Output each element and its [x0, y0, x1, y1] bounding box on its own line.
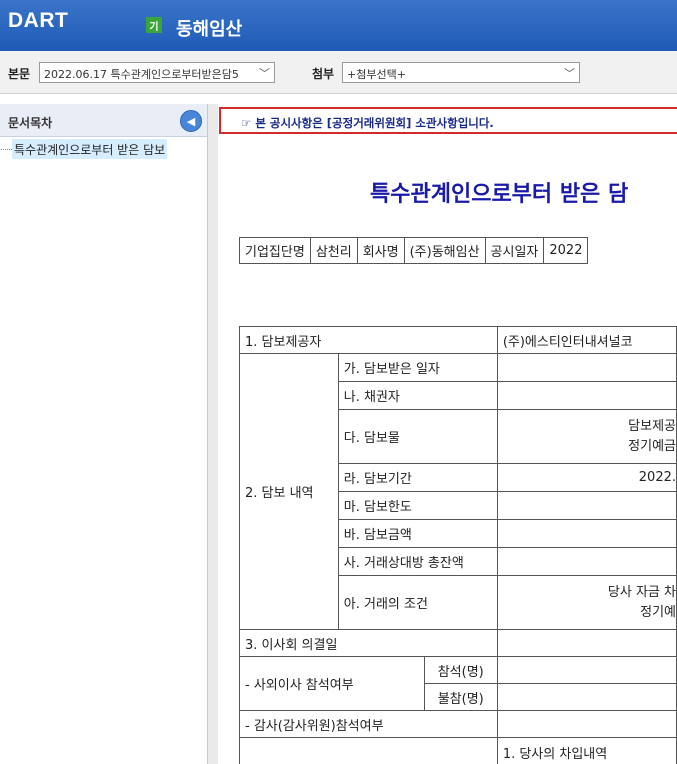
table-cell: 참석(명)	[423, 656, 498, 684]
body-select-value: 2022.06.17 특수관계인으로부터받은담5	[44, 68, 239, 81]
table-row: 2. 담보 내역 가. 담보받은 일자	[239, 353, 677, 630]
table-cell: (주)에스티인터내셔널코	[496, 326, 677, 354]
collapse-sidebar-button[interactable]: ◀	[180, 110, 202, 132]
table-cell	[496, 656, 677, 684]
table-cell	[496, 353, 677, 382]
cell-line: 정기예	[640, 604, 676, 620]
table-cell: - 사외이사 참석여부	[239, 656, 425, 711]
table-cell: 2022.	[496, 463, 677, 492]
table-row: 1. 담보제공자 (주)에스티인터내셔널코	[239, 326, 677, 354]
table-cell: 불참(명)	[423, 683, 498, 711]
body-label: 본문	[8, 67, 31, 81]
table-cell: 삼천리	[309, 237, 358, 264]
table-cell	[496, 381, 677, 410]
table-cell: 나. 채권자	[337, 381, 498, 410]
detail-table: 1. 담보제공자 (주)에스티인터내셔널코 2. 담보 내역 가. 담보받은 일…	[239, 326, 677, 764]
table-cell	[239, 737, 498, 764]
table-cell: 마. 담보한도	[337, 491, 498, 520]
toc-item[interactable]: 특수관계인으로부터 받은 담보	[12, 139, 168, 159]
app-header: DART 기 동해임산	[0, 0, 677, 51]
table-cell	[496, 683, 677, 711]
table-row: 1. 당사의 차입내역	[239, 737, 677, 764]
table-cell	[496, 629, 677, 657]
notice-banner: ☞ 본 공시사항은 [공정거래위원회] 소관사항입니다.	[219, 107, 677, 134]
table-cell: - 감사(감사위원)참석여부	[239, 710, 498, 738]
tree-connector	[1, 149, 12, 150]
info-table: 기업집단명 삼천리 회사명 (주)동해임산 공시일자 2022	[239, 237, 589, 264]
table-row: 3. 이사회 의결일	[239, 629, 677, 657]
table-cell	[496, 547, 677, 576]
table-cell: 가. 담보받은 일자	[337, 353, 498, 382]
table-cell: 2022	[543, 237, 589, 264]
table-cell: 기업집단명	[239, 237, 311, 264]
chevron-left-icon: ◀	[186, 114, 196, 128]
attach-select[interactable]: +첨부선택+ ﹀	[342, 62, 580, 83]
table-cell: 회사명	[356, 237, 405, 264]
cell-line: 담보제공	[628, 418, 676, 434]
toolbar: 본문 2022.06.17 특수관계인으로부터받은담5 ﹀ 첨부 +첨부선택+ …	[0, 51, 677, 94]
document-title: 특수관계인으로부터 받은 담	[370, 181, 629, 207]
corp-type-badge: 기	[146, 17, 162, 33]
table-cell: 다. 담보물	[337, 409, 498, 464]
table-row: - 사외이사 참석여부 참석(명)	[239, 656, 677, 711]
table-cell: 1. 당사의 차입내역	[496, 737, 677, 764]
table-cell: 담보제공 정기예금	[496, 409, 677, 464]
dart-logo[interactable]: DART	[8, 8, 68, 34]
document-view: ☞ 본 공시사항은 [공정거래위원회] 소관사항입니다. 특수관계인으로부터 받…	[218, 104, 677, 764]
logo-text: DART	[8, 9, 69, 32]
body-select[interactable]: 2022.06.17 특수관계인으로부터받은담5 ﹀	[39, 62, 275, 83]
toc-title: 문서목차	[8, 116, 53, 130]
attach-label: 첨부	[312, 67, 335, 81]
table-cell	[496, 491, 677, 520]
toc-header: 문서목차 ◀	[0, 104, 207, 137]
table-cell: 3. 이사회 의결일	[239, 629, 498, 657]
table-cell: 아. 거래의 조건	[337, 575, 498, 630]
table-cell: (주)동해임산	[403, 237, 486, 264]
toc-sidebar: 문서목차 ◀ 특수관계인으로부터 받은 담보	[0, 104, 208, 764]
table-cell: 2. 담보 내역	[239, 353, 339, 630]
table-cell	[496, 710, 677, 738]
table-cell: 1. 담보제공자	[239, 326, 498, 354]
pane-divider[interactable]	[208, 104, 218, 764]
cell-line: 당사 자금 차	[607, 584, 676, 600]
attach-select-value: +첨부선택+	[347, 68, 406, 81]
table-row: 기업집단명 삼천리 회사명 (주)동해임산 공시일자 2022	[239, 237, 589, 264]
table-cell: 라. 담보기간	[337, 463, 498, 492]
table-cell	[496, 519, 677, 548]
chevron-down-icon: ﹀	[259, 67, 270, 80]
table-cell: 공시일자	[484, 237, 545, 264]
corp-name: 동해임산	[176, 19, 243, 40]
table-row: - 감사(감사위원)참석여부	[239, 710, 677, 738]
cell-line: 정기예금	[628, 438, 676, 454]
table-cell: 사. 거래상대방 총잔액	[337, 547, 498, 576]
table-cell: 바. 담보금액	[337, 519, 498, 548]
table-cell: 당사 자금 차 정기예	[496, 575, 677, 630]
chevron-down-icon: ﹀	[564, 67, 575, 80]
